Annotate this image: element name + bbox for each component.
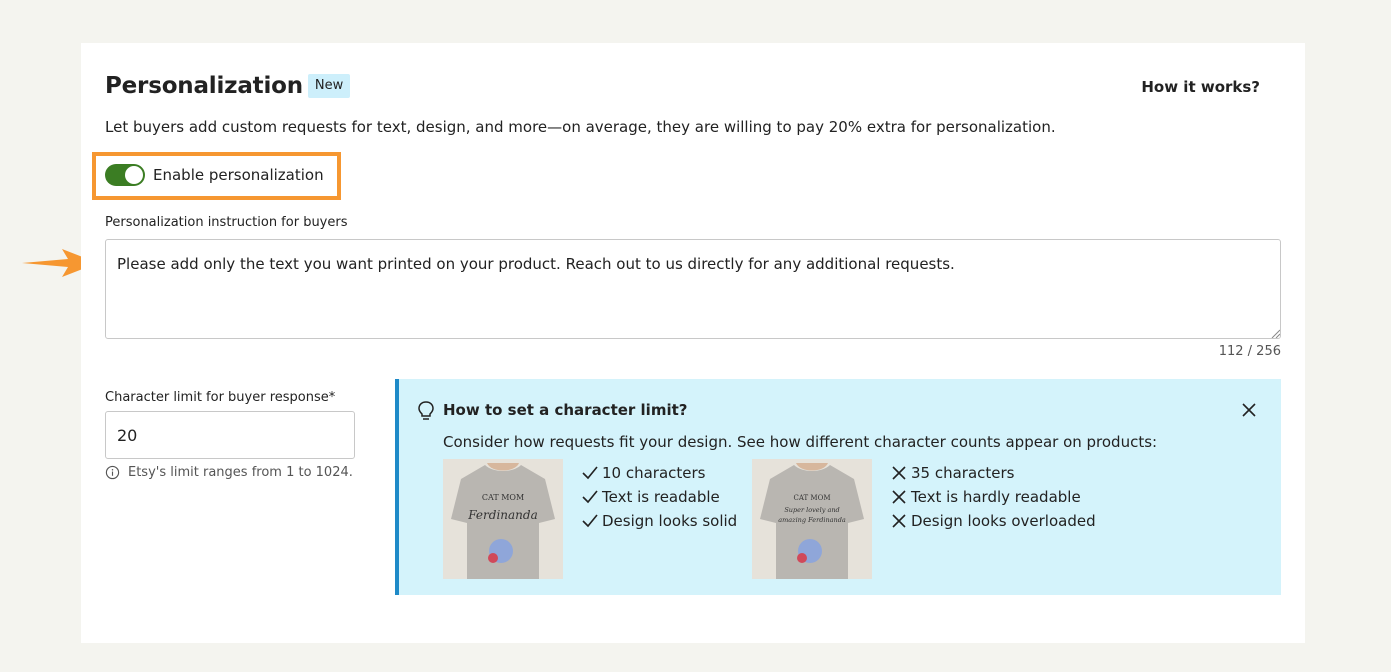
bad-check-item: Design looks overloaded [890,509,1096,533]
required-mark: * [328,390,336,405]
check-icon [582,514,598,528]
toggle-switch[interactable] [105,164,145,186]
lightbulb-icon [418,401,434,420]
how-it-works-link[interactable]: How it works? [1141,78,1260,96]
character-limit-input[interactable] [105,411,355,459]
good-check-item: Design looks solid [581,509,737,533]
bad-check-item: Text is hardly readable [890,485,1096,509]
good-example: CAT MOM Ferdinanda 10 characters Text is… [443,459,737,579]
bad-checks: 35 characters Text is hardly readable De… [890,461,1096,579]
tip-title: How to set a character limit? [443,401,688,419]
character-limit-tip: How to set a character limit? Consider h… [395,379,1281,595]
bad-shirt-line3: amazing Ferdinanda [778,516,846,524]
cross-icon [892,466,906,480]
instruction-label: Personalization instruction for buyers [105,215,348,230]
good-check-item: 10 characters [581,461,737,485]
limit-label: Character limit for buyer response* [105,390,335,405]
section-description: Let buyers add custom requests for text,… [105,118,1056,136]
tip-text: Consider how requests fit your design. S… [443,433,1158,451]
good-check-text: Design looks solid [602,512,738,530]
instruction-textarea[interactable]: Please add only the text you want printe… [105,239,1281,339]
bad-example: CAT MOM Super lovely and amazing Ferdina… [752,459,1096,579]
resize-grip-icon[interactable] [1271,329,1280,338]
cross-icon [892,490,906,504]
good-check-item: Text is readable [581,485,737,509]
limit-label-text: Character limit for buyer response [105,390,329,405]
bad-shirt-line1: CAT MOM [794,494,831,502]
good-check-text: Text is readable [602,488,720,506]
bad-check-text: Text is hardly readable [911,488,1081,506]
personalization-card: Personalization New How it works? Let bu… [81,43,1305,643]
good-shirt-line2: Ferdinanda [467,508,537,522]
bad-check-text: Design looks overloaded [911,512,1096,530]
bad-check-item: 35 characters [890,461,1096,485]
check-icon [582,466,598,480]
good-checks: 10 characters Text is readable Design lo… [581,461,737,579]
info-icon [105,465,120,480]
title-row: Personalization New [105,73,351,99]
limit-hint: Etsy's limit ranges from 1 to 1024. [105,465,353,480]
bad-shirt-image: CAT MOM Super lovely and amazing Ferdina… [752,459,872,579]
check-icon [582,490,598,504]
good-shirt-image: CAT MOM Ferdinanda [443,459,563,579]
bad-shirt-line2: Super lovely and [784,506,839,514]
section-title: Personalization [105,73,303,99]
close-icon[interactable] [1241,402,1257,418]
enable-personalization-toggle[interactable]: Enable personalization [105,164,324,186]
toggle-knob [125,166,143,184]
good-shirt-line1: CAT MOM [482,493,524,502]
cross-icon [892,514,906,528]
good-check-text: 10 characters [602,464,706,482]
bad-check-text: 35 characters [911,464,1015,482]
toggle-label: Enable personalization [153,166,324,184]
new-badge: New [307,74,351,98]
limit-hint-text: Etsy's limit ranges from 1 to 1024. [128,465,353,480]
character-counter: 112 / 256 [1218,344,1281,359]
